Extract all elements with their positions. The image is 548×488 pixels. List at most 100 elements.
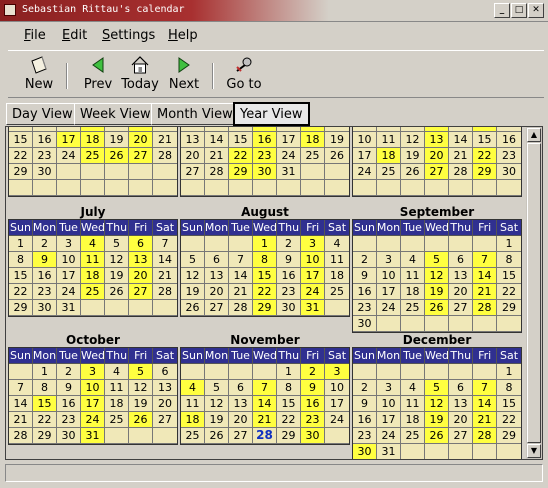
day-cell[interactable]: 2 [57, 364, 81, 380]
day-cell[interactable]: 17 [353, 148, 377, 164]
new-button[interactable]: New [22, 55, 56, 92]
day-cell[interactable]: 9 [277, 252, 301, 268]
day-cell[interactable]: 30 [253, 164, 277, 180]
day-cell[interactable]: 16 [33, 132, 57, 148]
day-cell[interactable]: 23 [497, 148, 521, 164]
day-cell[interactable]: 25 [81, 284, 105, 300]
day-cell[interactable]: 3 [57, 236, 81, 252]
menu-settings[interactable]: Settings [102, 28, 155, 43]
day-cell[interactable]: 8 [497, 252, 521, 268]
day-cell[interactable]: 20 [129, 132, 153, 148]
day-cell[interactable]: 31 [57, 300, 81, 316]
day-cell[interactable]: 7 [473, 380, 497, 396]
day-cell[interactable]: 27 [229, 428, 253, 444]
day-cell[interactable]: 23 [253, 148, 277, 164]
day-cell[interactable]: 28 [449, 164, 473, 180]
day-cell[interactable]: 11 [181, 396, 205, 412]
day-cell[interactable]: 2 [33, 236, 57, 252]
day-cell[interactable]: 28 [253, 428, 277, 444]
day-cell[interactable]: 27 [205, 300, 229, 316]
day-cell[interactable]: 30 [33, 164, 57, 180]
day-cell[interactable]: 14 [9, 396, 33, 412]
day-cell[interactable]: 17 [57, 132, 81, 148]
scroll-down-arrow-icon[interactable]: ▼ [527, 444, 541, 458]
day-cell[interactable]: 12 [425, 396, 449, 412]
day-cell[interactable]: 18 [301, 132, 325, 148]
day-cell[interactable]: 27 [449, 300, 473, 316]
day-cell[interactable]: 20 [229, 412, 253, 428]
day-cell[interactable]: 29 [253, 300, 277, 316]
day-cell[interactable]: 29 [497, 428, 521, 444]
day-cell[interactable]: 23 [353, 428, 377, 444]
day-cell[interactable]: 6 [153, 364, 177, 380]
day-cell[interactable]: 1 [497, 364, 521, 380]
day-cell[interactable]: 26 [401, 164, 425, 180]
day-cell[interactable]: 8 [277, 380, 301, 396]
day-cell[interactable]: 12 [181, 268, 205, 284]
day-cell[interactable]: 8 [9, 252, 33, 268]
day-cell[interactable]: 9 [301, 380, 325, 396]
day-cell[interactable]: 1 [9, 236, 33, 252]
day-cell[interactable]: 20 [449, 412, 473, 428]
day-cell[interactable]: 25 [181, 428, 205, 444]
day-cell[interactable]: 18 [81, 268, 105, 284]
day-cell[interactable]: 21 [153, 132, 177, 148]
day-cell[interactable]: 30 [353, 444, 377, 459]
day-cell[interactable]: 3 [377, 252, 401, 268]
day-cell[interactable]: 18 [401, 412, 425, 428]
tab-week-view[interactable]: Week View [74, 103, 157, 125]
day-cell[interactable]: 15 [253, 268, 277, 284]
day-cell[interactable]: 19 [129, 396, 153, 412]
day-cell[interactable]: 4 [401, 252, 425, 268]
day-cell[interactable]: 22 [497, 284, 521, 300]
tab-day-view[interactable]: Day View [6, 103, 79, 125]
day-cell[interactable]: 8 [253, 252, 277, 268]
day-cell[interactable]: 18 [105, 396, 129, 412]
day-cell[interactable]: 20 [425, 148, 449, 164]
day-cell[interactable]: 26 [105, 284, 129, 300]
day-cell[interactable]: 16 [277, 268, 301, 284]
title-bar[interactable]: Sebastian Rittau's calendar _ □ ✕ [0, 0, 548, 22]
day-cell[interactable]: 16 [57, 396, 81, 412]
day-cell[interactable]: 5 [181, 252, 205, 268]
day-cell[interactable]: 29 [9, 164, 33, 180]
day-cell[interactable]: 29 [473, 164, 497, 180]
day-cell[interactable]: 2 [301, 364, 325, 380]
day-cell[interactable]: 6 [229, 380, 253, 396]
day-cell[interactable]: 17 [277, 132, 301, 148]
day-cell[interactable]: 18 [401, 284, 425, 300]
day-cell[interactable]: 11 [401, 268, 425, 284]
day-cell[interactable]: 30 [277, 300, 301, 316]
day-cell[interactable]: 18 [325, 268, 349, 284]
day-cell[interactable]: 16 [301, 396, 325, 412]
day-cell[interactable]: 5 [129, 364, 153, 380]
day-cell[interactable]: 18 [181, 412, 205, 428]
day-cell[interactable]: 22 [33, 412, 57, 428]
day-cell[interactable]: 23 [33, 148, 57, 164]
day-cell[interactable]: 1 [253, 236, 277, 252]
day-cell[interactable]: 19 [181, 284, 205, 300]
day-cell[interactable]: 26 [181, 300, 205, 316]
day-cell[interactable]: 12 [401, 132, 425, 148]
day-cell[interactable]: 4 [325, 236, 349, 252]
day-cell[interactable]: 17 [81, 396, 105, 412]
day-cell[interactable]: 3 [325, 364, 349, 380]
day-cell[interactable]: 17 [377, 284, 401, 300]
day-cell[interactable]: 26 [205, 428, 229, 444]
day-cell[interactable]: 20 [129, 268, 153, 284]
day-cell[interactable]: 23 [301, 412, 325, 428]
day-cell[interactable]: 8 [497, 380, 521, 396]
day-cell[interactable]: 21 [9, 412, 33, 428]
day-cell[interactable]: 14 [253, 396, 277, 412]
day-cell[interactable]: 14 [153, 252, 177, 268]
day-cell[interactable]: 13 [129, 252, 153, 268]
day-cell[interactable]: 29 [497, 300, 521, 316]
day-cell[interactable]: 3 [301, 236, 325, 252]
day-cell[interactable]: 27 [153, 412, 177, 428]
day-cell[interactable]: 8 [33, 380, 57, 396]
day-cell[interactable]: 31 [377, 444, 401, 459]
day-cell[interactable]: 15 [33, 396, 57, 412]
day-cell[interactable]: 15 [9, 268, 33, 284]
day-cell[interactable]: 5 [425, 252, 449, 268]
day-cell[interactable]: 27 [129, 148, 153, 164]
